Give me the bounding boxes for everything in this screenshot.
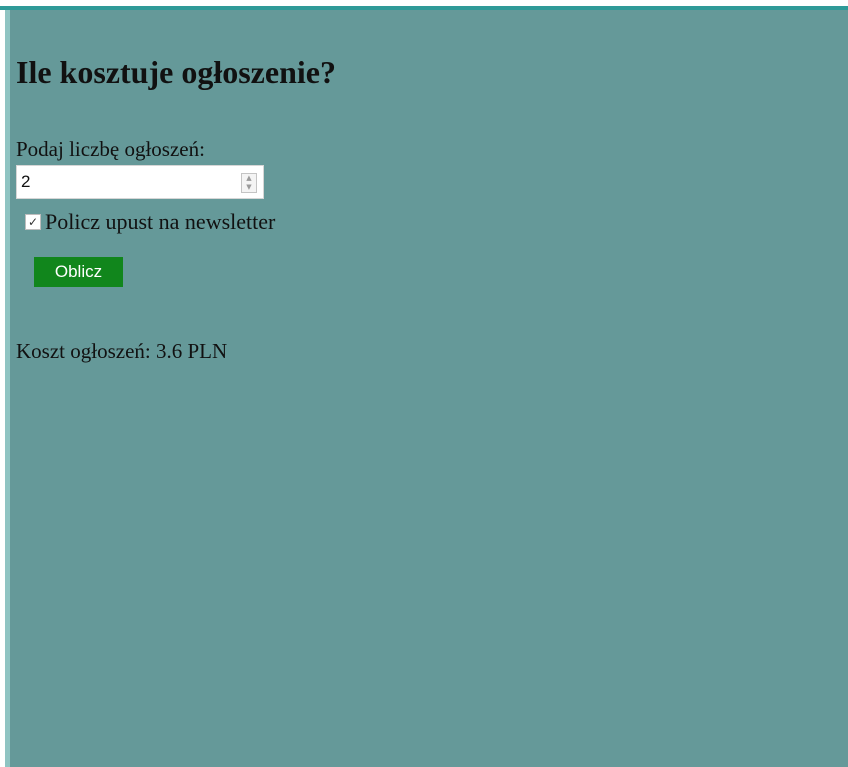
checkmark-icon: ✓ xyxy=(28,215,39,229)
spinner-down-icon[interactable]: ▼ xyxy=(242,183,256,192)
ad-count-value: 2 xyxy=(21,172,31,191)
calculate-button[interactable]: Oblicz xyxy=(34,257,123,287)
newsletter-discount-label[interactable]: Policz upust na newsletter xyxy=(45,209,275,235)
spinner-up-icon[interactable]: ▲ xyxy=(242,174,256,183)
page-content: Ile kosztuje ogłoszenie? Podaj liczbę og… xyxy=(10,10,848,767)
number-spinner[interactable]: ▲ ▼ xyxy=(241,173,257,193)
ad-count-input[interactable]: 2 ▲ ▼ xyxy=(16,165,264,199)
page-title: Ile kosztuje ogłoszenie? xyxy=(16,54,336,90)
browser-viewport: Ile kosztuje ogłoszenie? Podaj liczbę og… xyxy=(0,0,848,767)
newsletter-discount-checkbox[interactable]: ✓ xyxy=(25,214,41,230)
ad-count-label: Podaj liczbę ogłoszeń: xyxy=(16,137,205,161)
cost-result: Koszt ogłoszeń: 3.6 PLN xyxy=(16,339,228,363)
